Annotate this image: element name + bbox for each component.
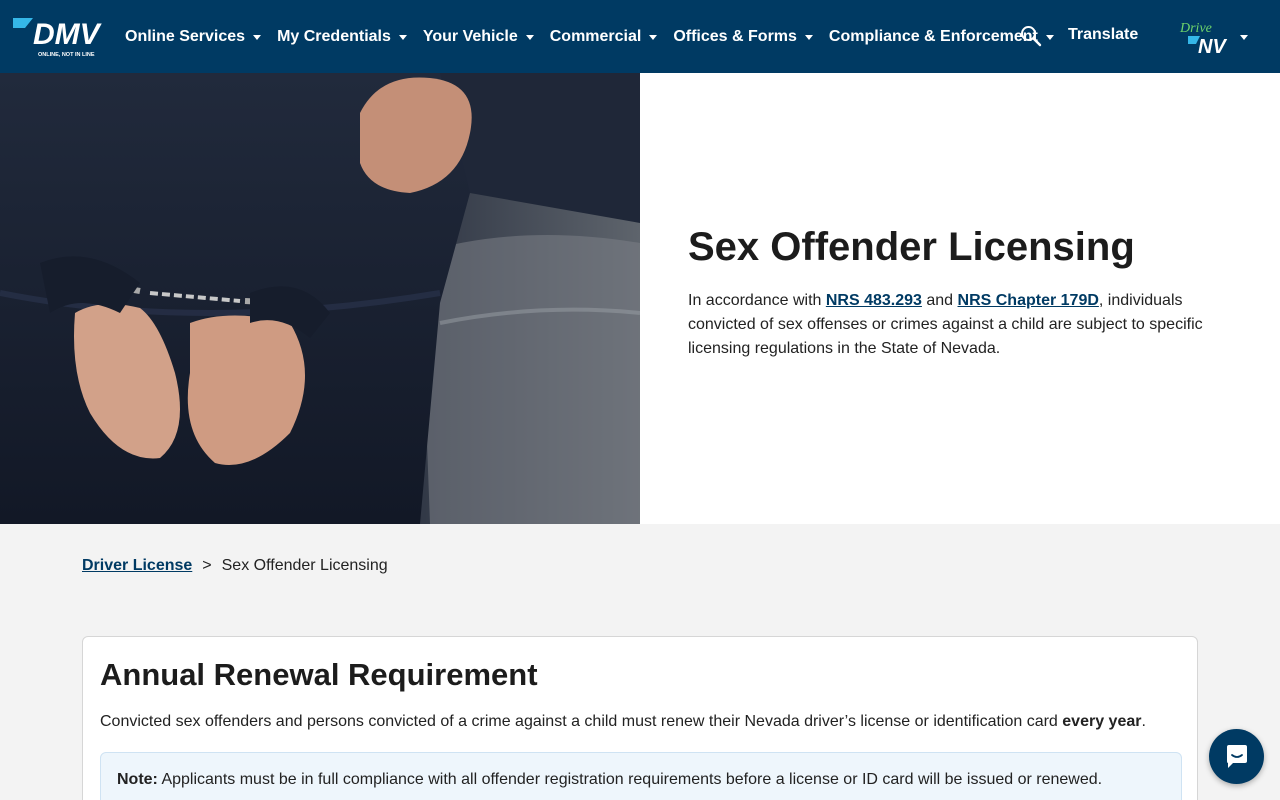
caret-down-icon: [525, 35, 534, 40]
nav-online-services[interactable]: Online Services: [125, 27, 262, 46]
svg-text:NV: NV: [1198, 36, 1227, 56]
annual-renewal-card: Annual Renewal Requirement Convicted sex…: [82, 636, 1198, 800]
svg-text:ONLINE, NOT IN LINE: ONLINE, NOT IN LINE: [38, 52, 95, 58]
note-text: Applicants must be in full compliance wi…: [157, 771, 1103, 788]
caret-down-icon: [804, 35, 813, 40]
nav-label: Your Vehicle: [422, 27, 518, 45]
nav-label: My Credentials: [277, 27, 391, 45]
note-box: Note: Applicants must be in full complia…: [100, 752, 1182, 800]
dmv-logo[interactable]: DMV ONLINE, NOT IN LINE: [11, 14, 103, 60]
chat-bubble-icon: [1226, 744, 1247, 768]
nav-my-credentials[interactable]: My Credentials: [277, 28, 407, 46]
nav-label: Offices & Forms: [673, 27, 797, 45]
drive-nv-logo[interactable]: Drive NV: [1178, 18, 1234, 56]
breadcrumb-current: Sex Offender Licensing: [221, 557, 388, 574]
hero-section: Sex Offender Licensing In accordance wit…: [0, 73, 1280, 524]
top-navigation-bar: DMV ONLINE, NOT IN LINE Online Services …: [0, 0, 1280, 73]
card-text: Convicted sex offenders and persons conv…: [100, 713, 1190, 731]
nav-label: Commercial: [549, 27, 642, 45]
desc-mid: and: [921, 292, 958, 309]
nrs-483-293-link[interactable]: NRS 483.293: [826, 292, 922, 309]
nav-label: Compliance & Enforcement: [828, 27, 1038, 45]
chat-button[interactable]: [1209, 729, 1264, 784]
card-text-bold: every year: [1062, 713, 1142, 730]
nav-your-vehicle[interactable]: Your Vehicle: [423, 28, 534, 46]
breadcrumb-driver-license-link[interactable]: Driver License: [82, 557, 192, 575]
note-label: Note:: [117, 771, 158, 788]
hero-text-block: Sex Offender Licensing In accordance wit…: [688, 223, 1228, 361]
search-icon[interactable]: [1020, 25, 1042, 47]
caret-down-icon: [649, 35, 658, 40]
desc-prefix: In accordance with: [688, 292, 826, 309]
card-title: Annual Renewal Requirement: [100, 657, 538, 692]
breadcrumb-separator: >: [202, 557, 212, 574]
nrs-chapter-179d-link[interactable]: NRS Chapter 179D: [958, 292, 1099, 309]
page-title: Sex Offender Licensing: [688, 225, 1135, 269]
svg-text:DMV: DMV: [33, 18, 103, 51]
breadcrumb: Driver License > Sex Offender Licensing: [82, 557, 388, 575]
nav-commercial[interactable]: Commercial: [550, 28, 658, 46]
nav-offices-forms[interactable]: Offices & Forms: [673, 28, 813, 46]
hero-image-handcuffed-hands: [0, 73, 640, 524]
caret-down-icon: [1045, 35, 1054, 40]
hero-description: In accordance with NRS 483.293 and NRS C…: [688, 289, 1228, 361]
caret-down-icon[interactable]: [1240, 35, 1248, 40]
card-text-suffix: .: [1141, 713, 1146, 730]
svg-text:Drive: Drive: [1179, 21, 1212, 36]
nav-label: Online Services: [125, 27, 246, 45]
card-text-prefix: Convicted sex offenders and persons conv…: [100, 713, 1063, 730]
translate-button[interactable]: Translate: [1068, 26, 1138, 44]
caret-down-icon: [253, 35, 262, 40]
caret-down-icon: [398, 35, 407, 40]
